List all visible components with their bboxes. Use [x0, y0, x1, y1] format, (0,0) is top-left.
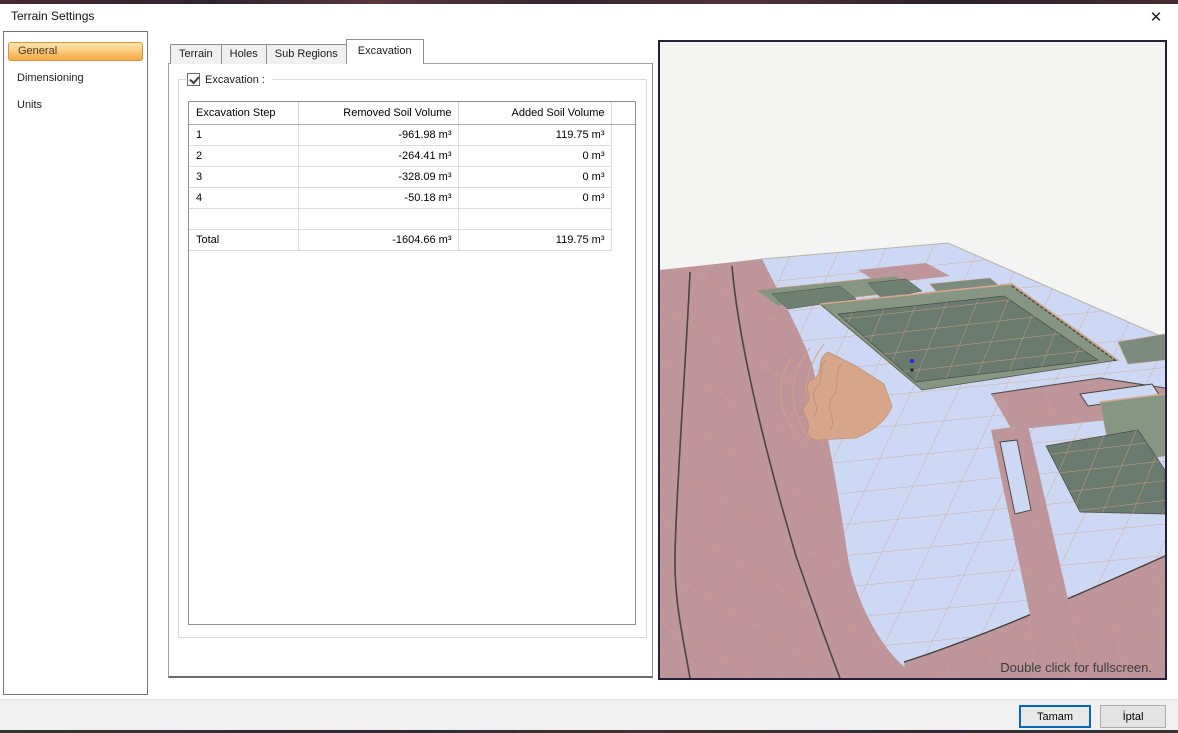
- table-row[interactable]: 4 -50.18 m³ 0 m³: [189, 188, 635, 209]
- tab-excavation[interactable]: Excavation: [346, 39, 424, 64]
- excavation-groupbox: Excavation : Excavation Step Removed Soi…: [178, 79, 647, 638]
- excavation-checkbox[interactable]: [187, 73, 200, 86]
- close-icon: ✕: [1150, 9, 1163, 26]
- excavation-tab-page: Excavation : Excavation Step Removed Soi…: [168, 63, 653, 678]
- table-row[interactable]: 1 -961.98 m³ 119.75 m³: [189, 125, 635, 146]
- column-header-filler: [611, 102, 635, 125]
- cell-total-label: Total: [189, 230, 298, 251]
- cell-step: 1: [189, 125, 298, 146]
- excavation-groupbox-legend: Excavation :: [186, 72, 272, 87]
- terrain-3d-preview[interactable]: Double click for fullscreen.: [658, 40, 1167, 680]
- cell-removed: -961.98 m³: [298, 125, 458, 146]
- sidebar-item-general[interactable]: General: [8, 42, 143, 61]
- cell-removed: [298, 209, 458, 230]
- terrain-3d-scene: Double click for fullscreen.: [660, 42, 1165, 678]
- titlebar: Terrain Settings ✕: [0, 4, 1178, 30]
- cell-added: [458, 209, 611, 230]
- page-title: Terrain Settings: [11, 9, 94, 23]
- excavation-table: Excavation Step Removed Soil Volume Adde…: [188, 101, 636, 625]
- table-row[interactable]: 3 -328.09 m³ 0 m³: [189, 167, 635, 188]
- settings-category-list: General Dimensioning Units: [3, 31, 148, 695]
- table-row[interactable]: 2 -264.41 m³ 0 m³: [189, 146, 635, 167]
- cell-step: [189, 209, 298, 230]
- sidebar-item-dimensioning[interactable]: Dimensioning: [8, 68, 143, 88]
- cell-added: 0 m³: [458, 167, 611, 188]
- cell-removed: -328.09 m³: [298, 167, 458, 188]
- table-row-total[interactable]: Total -1604.66 m³ 119.75 m³: [189, 230, 635, 251]
- cell-filler: [611, 125, 635, 146]
- column-header-removed-soil-volume[interactable]: Removed Soil Volume: [298, 102, 458, 125]
- cancel-button[interactable]: İptal: [1100, 705, 1166, 728]
- cell-added: 119.75 m³: [458, 125, 611, 146]
- cell-removed: -50.18 m³: [298, 188, 458, 209]
- cell-removed: -264.41 m³: [298, 146, 458, 167]
- tab-strip: Terrain Holes Sub Regions Excavation: [168, 40, 653, 64]
- table-header-row: Excavation Step Removed Soil Volume Adde…: [189, 102, 635, 125]
- cell-step: 2: [189, 146, 298, 167]
- cell-added: 0 m³: [458, 146, 611, 167]
- cell-filler: [611, 167, 635, 188]
- tab-sub-regions[interactable]: Sub Regions: [266, 44, 347, 64]
- excavation-checkbox-label: Excavation :: [205, 74, 265, 86]
- tab-terrain[interactable]: Terrain: [170, 44, 222, 64]
- cell-filler: [611, 230, 635, 251]
- terrain-tab-control: Terrain Holes Sub Regions Excavation Exc…: [168, 40, 653, 678]
- dialog-footer: Tamam İptal: [0, 699, 1178, 730]
- cell-filler: [611, 146, 635, 167]
- cell-filler: [611, 188, 635, 209]
- close-button[interactable]: ✕: [1144, 6, 1168, 30]
- cell-step: 4: [189, 188, 298, 209]
- cell-step: 3: [189, 167, 298, 188]
- cell-filler: [611, 209, 635, 230]
- origin-marker-blue: [910, 359, 914, 363]
- ok-button[interactable]: Tamam: [1019, 705, 1091, 728]
- checkmark-icon: [189, 74, 199, 85]
- column-header-excavation-step[interactable]: Excavation Step: [189, 102, 298, 125]
- cell-added: 0 m³: [458, 188, 611, 209]
- fullscreen-hint: Double click for fullscreen.: [1000, 660, 1152, 675]
- tab-holes[interactable]: Holes: [221, 44, 267, 64]
- sidebar-item-units[interactable]: Units: [8, 95, 143, 115]
- cell-total-added: 119.75 m³: [458, 230, 611, 251]
- cell-total-removed: -1604.66 m³: [298, 230, 458, 251]
- table-row[interactable]: [189, 209, 635, 230]
- column-header-added-soil-volume[interactable]: Added Soil Volume: [458, 102, 611, 125]
- origin-marker-black: [910, 368, 913, 371]
